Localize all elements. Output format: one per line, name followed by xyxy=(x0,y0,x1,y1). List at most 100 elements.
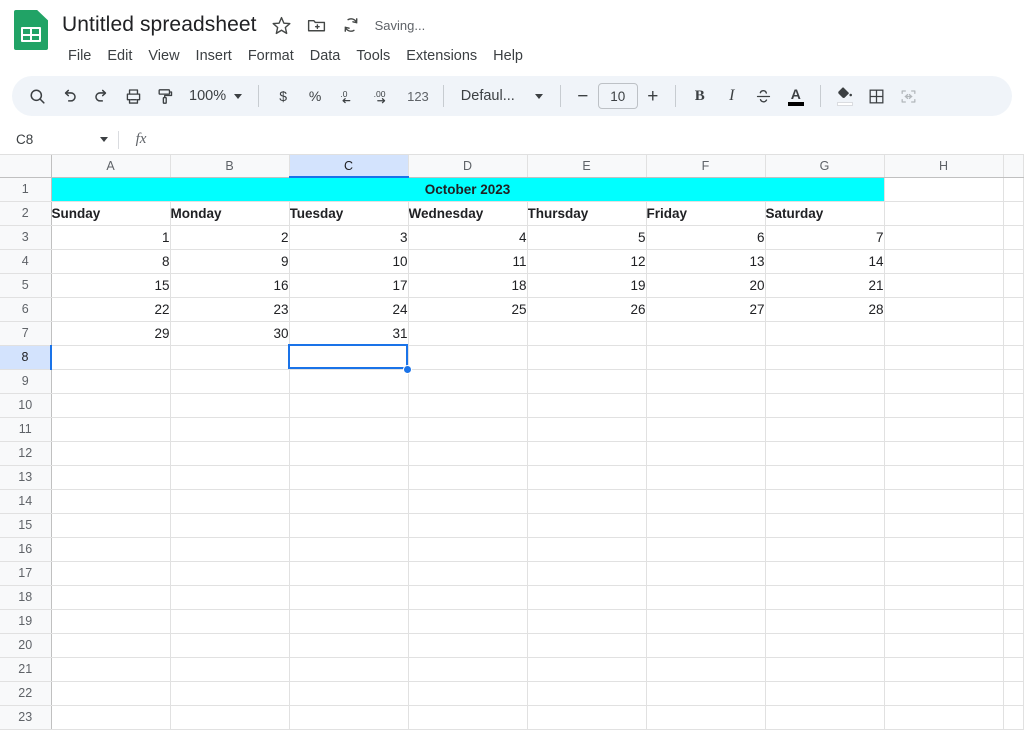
row-header-15[interactable]: 15 xyxy=(0,513,52,538)
italic-button[interactable]: I xyxy=(717,81,747,111)
cell-a20[interactable] xyxy=(51,633,171,658)
document-title[interactable]: Untitled spreadsheet xyxy=(62,13,257,37)
cell-c3[interactable]: 3 xyxy=(289,225,409,250)
row-header-12[interactable]: 12 xyxy=(0,441,52,466)
cell-i1[interactable] xyxy=(1003,177,1024,202)
search-icon[interactable] xyxy=(22,81,52,111)
cell-e4[interactable]: 12 xyxy=(527,249,647,274)
percent-format-button[interactable]: % xyxy=(300,81,330,111)
cell-a10[interactable] xyxy=(51,393,171,418)
print-icon[interactable] xyxy=(118,81,148,111)
cell-a19[interactable] xyxy=(51,609,171,634)
cell-b9[interactable] xyxy=(170,369,290,394)
cell-f4[interactable]: 13 xyxy=(646,249,766,274)
cell-i2[interactable] xyxy=(1003,201,1024,226)
cell-a7[interactable]: 29 xyxy=(51,321,171,346)
cell-f14[interactable] xyxy=(646,489,766,514)
cell-a5[interactable]: 15 xyxy=(51,273,171,298)
row-header-2[interactable]: 2 xyxy=(0,201,52,226)
cell-d23[interactable] xyxy=(408,705,528,730)
cell-b11[interactable] xyxy=(170,417,290,442)
cell-f13[interactable] xyxy=(646,465,766,490)
cell-g19[interactable] xyxy=(765,609,885,634)
menu-insert[interactable]: Insert xyxy=(188,45,240,67)
cell-f17[interactable] xyxy=(646,561,766,586)
row-header-18[interactable]: 18 xyxy=(0,585,52,610)
cell-f9[interactable] xyxy=(646,369,766,394)
cell-h7[interactable] xyxy=(884,321,1004,346)
menu-view[interactable]: View xyxy=(140,45,187,67)
cell-b5[interactable]: 16 xyxy=(170,273,290,298)
cell-h3[interactable] xyxy=(884,225,1004,250)
cell-g16[interactable] xyxy=(765,537,885,562)
cell-b16[interactable] xyxy=(170,537,290,562)
cell-f11[interactable] xyxy=(646,417,766,442)
cell-a9[interactable] xyxy=(51,369,171,394)
cell-b3[interactable]: 2 xyxy=(170,225,290,250)
cell-i22[interactable] xyxy=(1003,681,1024,706)
row-header-22[interactable]: 22 xyxy=(0,681,52,706)
cell-h6[interactable] xyxy=(884,297,1004,322)
cell-e8[interactable] xyxy=(527,345,647,370)
cell-d17[interactable] xyxy=(408,561,528,586)
cell-h19[interactable] xyxy=(884,609,1004,634)
row-header-16[interactable]: 16 xyxy=(0,537,52,562)
column-header-d[interactable]: D xyxy=(408,155,528,178)
cell-c22[interactable] xyxy=(289,681,409,706)
cell-c16[interactable] xyxy=(289,537,409,562)
cell-a8[interactable] xyxy=(51,345,171,370)
cell-a11[interactable] xyxy=(51,417,171,442)
cell-b12[interactable] xyxy=(170,441,290,466)
cell-i20[interactable] xyxy=(1003,633,1024,658)
cell-b13[interactable] xyxy=(170,465,290,490)
cell-c23[interactable] xyxy=(289,705,409,730)
cell-e11[interactable] xyxy=(527,417,647,442)
cell-i19[interactable] xyxy=(1003,609,1024,634)
cell-f7[interactable] xyxy=(646,321,766,346)
cell-c11[interactable] xyxy=(289,417,409,442)
cell-d7[interactable] xyxy=(408,321,528,346)
row-header-14[interactable]: 14 xyxy=(0,489,52,514)
star-icon[interactable] xyxy=(271,15,292,36)
cell-e20[interactable] xyxy=(527,633,647,658)
cell-i21[interactable] xyxy=(1003,657,1024,682)
cell-a12[interactable] xyxy=(51,441,171,466)
cell-e17[interactable] xyxy=(527,561,647,586)
cell-g11[interactable] xyxy=(765,417,885,442)
menu-extensions[interactable]: Extensions xyxy=(398,45,485,67)
cell-d22[interactable] xyxy=(408,681,528,706)
cell-c8-selected[interactable] xyxy=(289,345,409,370)
increase-font-size-button[interactable]: + xyxy=(640,87,666,106)
cell-e6[interactable]: 26 xyxy=(527,297,647,322)
cell-e13[interactable] xyxy=(527,465,647,490)
cell-a22[interactable] xyxy=(51,681,171,706)
row-header-5[interactable]: 5 xyxy=(0,273,52,298)
cell-b2[interactable]: Monday xyxy=(170,201,290,226)
cell-f3[interactable]: 6 xyxy=(646,225,766,250)
bold-button[interactable]: B xyxy=(685,81,715,111)
move-to-folder-icon[interactable] xyxy=(306,15,327,36)
cell-g10[interactable] xyxy=(765,393,885,418)
paint-format-icon[interactable] xyxy=(150,81,180,111)
cell-i10[interactable] xyxy=(1003,393,1024,418)
row-header-8[interactable]: 8 xyxy=(0,345,52,370)
cell-h11[interactable] xyxy=(884,417,1004,442)
cell-e21[interactable] xyxy=(527,657,647,682)
cell-h20[interactable] xyxy=(884,633,1004,658)
cell-i9[interactable] xyxy=(1003,369,1024,394)
row-header-3[interactable]: 3 xyxy=(0,225,52,250)
cell-f16[interactable] xyxy=(646,537,766,562)
menu-file[interactable]: File xyxy=(62,45,99,67)
cell-f12[interactable] xyxy=(646,441,766,466)
cell-b14[interactable] xyxy=(170,489,290,514)
cell-i16[interactable] xyxy=(1003,537,1024,562)
formula-input[interactable] xyxy=(163,125,1024,154)
cell-f19[interactable] xyxy=(646,609,766,634)
cell-b4[interactable]: 9 xyxy=(170,249,290,274)
cell-h10[interactable] xyxy=(884,393,1004,418)
decrease-decimal-button[interactable]: .0 xyxy=(332,81,364,111)
cell-g14[interactable] xyxy=(765,489,885,514)
cell-c18[interactable] xyxy=(289,585,409,610)
cell-f5[interactable]: 20 xyxy=(646,273,766,298)
cell-b15[interactable] xyxy=(170,513,290,538)
